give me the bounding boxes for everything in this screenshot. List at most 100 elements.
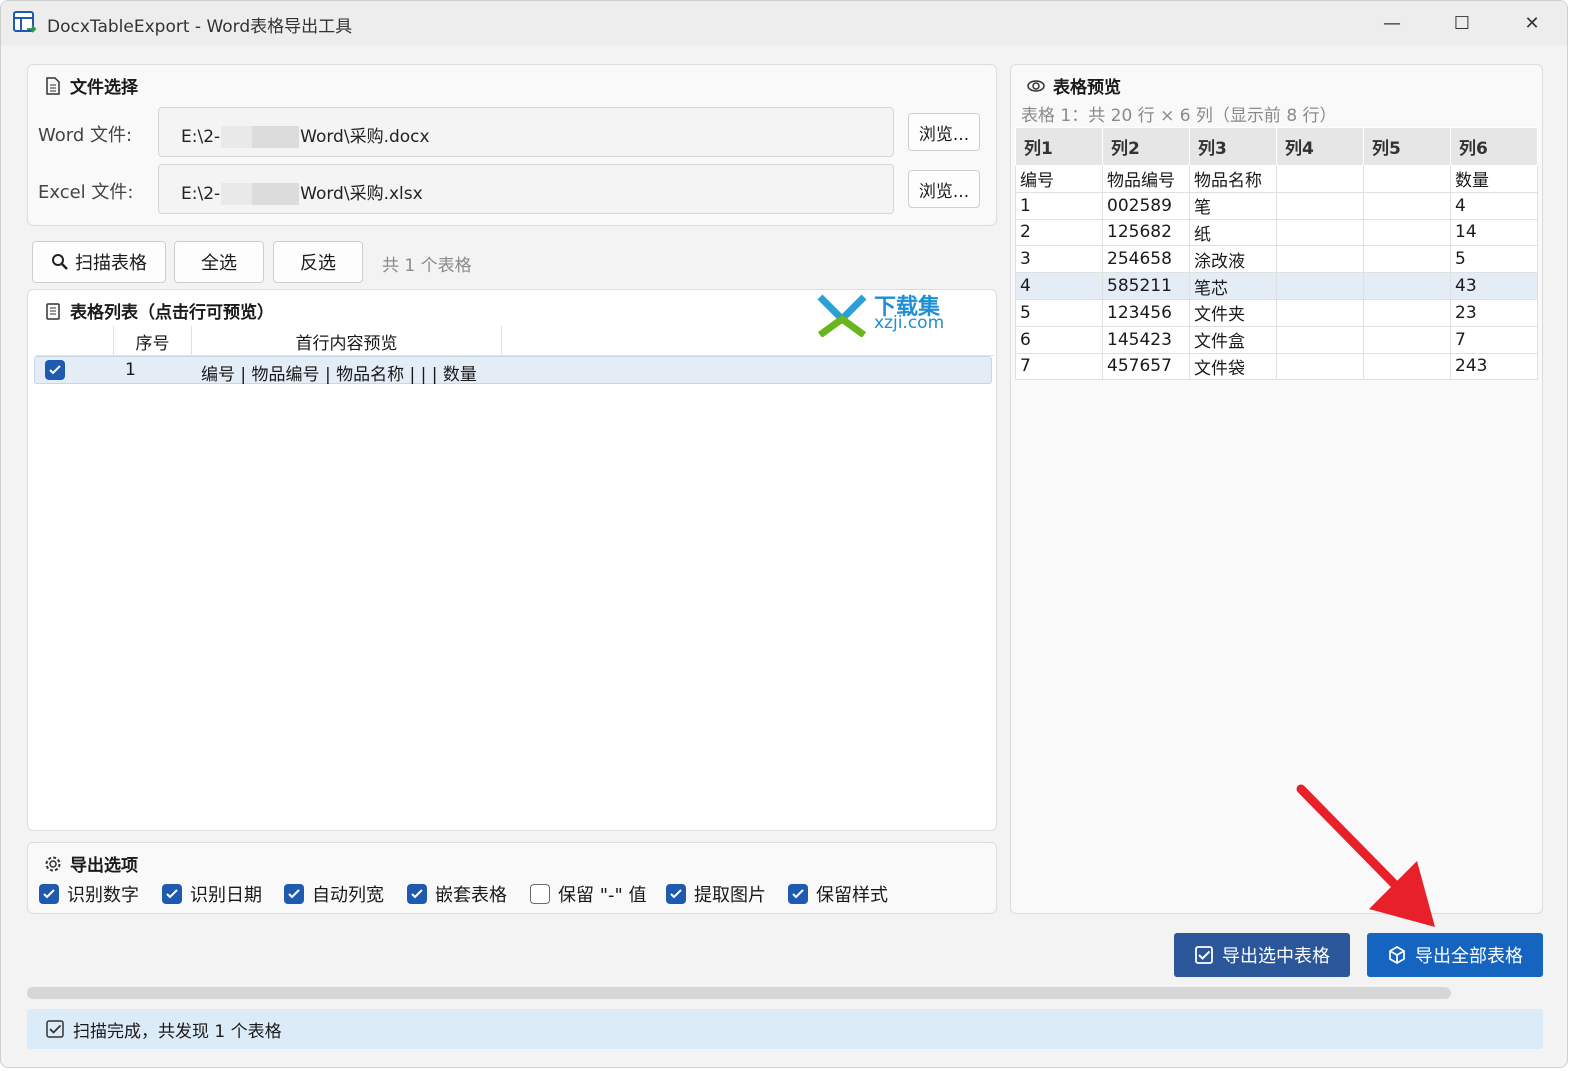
preview-column-header[interactable]: 列6	[1450, 127, 1538, 166]
option-nested-tables[interactable]: 嵌套表格	[407, 881, 507, 907]
gear-icon	[45, 856, 61, 871]
status-text: 扫描完成，共发现 1 个表格	[73, 1021, 282, 1042]
preview-row[interactable]: 编号 物品编号 物品名称 数量	[1015, 165, 1538, 193]
preview-column-header[interactable]: 列4	[1276, 127, 1364, 166]
checkbox-icon	[1195, 946, 1213, 964]
preview-cell	[1363, 298, 1451, 327]
preview-cell: 编号	[1015, 165, 1103, 193]
preview-cell: 14	[1450, 218, 1538, 247]
export-options-title-text: 导出选项	[70, 856, 138, 876]
preview-cell: 243	[1450, 352, 1538, 381]
option-checkbox[interactable]	[39, 884, 59, 904]
option-auto-column-width[interactable]: 自动列宽	[284, 881, 384, 907]
watermark-logo: 下载集 xzji.com	[816, 291, 956, 337]
word-path-field[interactable]: E:\2- Word\采购.docx	[158, 107, 894, 157]
check-icon	[49, 365, 61, 375]
index-column-header[interactable]: 序号	[114, 326, 192, 356]
option-label: 嵌套表格	[435, 885, 507, 906]
preview-row[interactable]: 2 125682 纸 14	[1015, 218, 1538, 247]
check-icon	[288, 889, 300, 899]
invert-selection-button[interactable]: 反选	[273, 241, 363, 283]
row-checkbox[interactable]	[45, 360, 65, 380]
document-icon	[46, 76, 60, 95]
option-recognize-numbers[interactable]: 识别数字	[39, 881, 139, 907]
preview-cell: 4	[1015, 272, 1103, 300]
preview-column-header[interactable]: 列1	[1015, 127, 1103, 166]
option-checkbox[interactable]	[407, 884, 427, 904]
preview-row[interactable]: 4 585211 笔芯 43	[1015, 272, 1538, 300]
preview-column-header[interactable]: 列3	[1189, 127, 1277, 166]
option-recognize-dates[interactable]: 识别日期	[162, 881, 262, 907]
maximize-button[interactable]: ☐	[1439, 8, 1485, 38]
preview-column-header[interactable]: 列5	[1363, 127, 1451, 166]
preview-cell	[1276, 352, 1364, 381]
option-checkbox[interactable]	[162, 884, 182, 904]
preview-column-header[interactable]: 首行内容预览	[192, 326, 502, 356]
preview-cell	[1363, 352, 1451, 381]
preview-cell: 涂改液	[1189, 245, 1277, 274]
option-extract-images[interactable]: 提取图片	[666, 881, 766, 907]
table-preview-group: 表格预览 表格 1：共 20 行 × 6 列（显示前 8 行） 列1 列2 列3…	[1010, 64, 1543, 914]
preview-cell: 2	[1015, 218, 1103, 247]
preview-cell: 3	[1015, 245, 1103, 274]
table-count-text: 共 1 个表格	[382, 256, 472, 276]
preview-table: 列1 列2 列3 列4 列5 列6 编号 物品编号 物品名称 数量 1 002589 笔 4 2…	[1015, 127, 1538, 381]
clipboard-icon	[46, 302, 60, 320]
file-selection-title-text: 文件选择	[70, 78, 138, 98]
preview-cell	[1363, 165, 1451, 193]
checkbox-column-header[interactable]	[36, 326, 114, 356]
preview-cell	[1363, 245, 1451, 274]
preview-cell: 物品编号	[1102, 165, 1190, 193]
preview-subtitle: 表格 1：共 20 行 × 6 列（显示前 8 行）	[1021, 106, 1337, 126]
browse-excel-button[interactable]: 浏览...	[908, 170, 980, 208]
package-icon	[1389, 946, 1405, 964]
option-checkbox[interactable]	[530, 884, 550, 904]
preview-cell: 5	[1450, 245, 1538, 274]
preview-header-row: 列1 列2 列3 列4 列5 列6	[1015, 127, 1538, 166]
minimize-button[interactable]: —	[1369, 8, 1415, 38]
preview-row[interactable]: 5 123456 文件夹 23	[1015, 298, 1538, 327]
preview-cell: 笔芯	[1189, 272, 1277, 300]
redacted-blur	[221, 183, 300, 205]
check-icon	[43, 889, 55, 899]
select-all-button[interactable]: 全选	[174, 241, 264, 283]
preview-cell: 数量	[1450, 165, 1538, 193]
excel-path-field[interactable]: E:\2- Word\采购.xlsx	[158, 164, 894, 214]
option-checkbox[interactable]	[788, 884, 808, 904]
preview-column-header[interactable]: 列2	[1102, 127, 1190, 166]
close-button[interactable]: ✕	[1509, 8, 1555, 38]
option-checkbox[interactable]	[284, 884, 304, 904]
table-list-group: 表格列表（点击行可预览） 序号 首行内容预览 1 编号 | 物品编号 | 物品名…	[27, 289, 997, 831]
preview-row[interactable]: 7 457657 文件袋 243	[1015, 352, 1538, 381]
option-keep-styles[interactable]: 保留样式	[788, 881, 888, 907]
preview-cell: 125682	[1102, 218, 1190, 247]
eye-icon	[1027, 79, 1045, 92]
preview-row[interactable]: 3 254658 涂改液 5	[1015, 245, 1538, 274]
table-list-row[interactable]: 1 编号 | 物品编号 | 物品名称 | | | 数量	[34, 356, 992, 385]
watermark-domain: xzji.com	[874, 313, 945, 333]
file-selection-group: 文件选择 Word 文件: E:\2- Word\采购.docx 浏览... Ex…	[27, 64, 997, 226]
export-selected-button[interactable]: 导出选中表格	[1174, 933, 1350, 977]
table-list-title: 表格列表（点击行可预览）	[44, 298, 274, 323]
option-keep-dash-values[interactable]: 保留 "-" 值	[530, 881, 647, 907]
export-options-title: 导出选项	[44, 851, 138, 876]
preview-cell	[1276, 191, 1364, 220]
option-checkbox[interactable]	[666, 884, 686, 904]
preview-row[interactable]: 1 002589 笔 4	[1015, 191, 1538, 220]
preview-cell: 文件袋	[1189, 352, 1277, 381]
check-icon	[792, 889, 804, 899]
preview-cell: 物品名称	[1189, 165, 1277, 193]
row-index: 1	[125, 360, 136, 380]
preview-cell: 4	[1450, 191, 1538, 220]
file-selection-title: 文件选择	[44, 73, 138, 98]
table-preview-title-text: 表格预览	[1053, 78, 1121, 98]
preview-row[interactable]: 6 145423 文件盒 7	[1015, 325, 1538, 354]
redacted-blur	[221, 126, 300, 148]
export-all-button[interactable]: 导出全部表格	[1367, 933, 1543, 977]
preview-cell: 002589	[1102, 191, 1190, 220]
scan-tables-button[interactable]: 扫描表格	[32, 241, 166, 283]
check-icon	[670, 889, 682, 899]
check-square-icon	[46, 1020, 64, 1038]
scan-tables-label: 扫描表格	[75, 253, 147, 274]
browse-word-button[interactable]: 浏览...	[908, 113, 980, 151]
